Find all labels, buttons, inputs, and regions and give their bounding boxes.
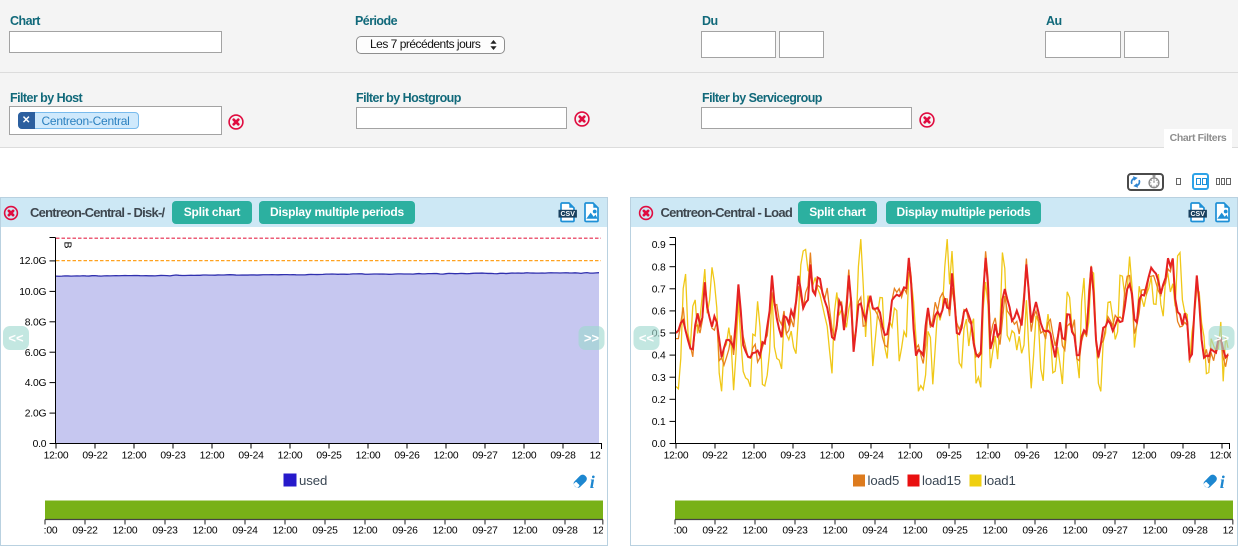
svg-text:load15: load15 (922, 473, 961, 488)
svg-text:12:00: 12:00 (356, 451, 381, 462)
svg-text:12:00: 12:00 (434, 451, 459, 462)
svg-text:09-27: 09-27 (472, 526, 498, 537)
svg-text:09-22: 09-22 (702, 451, 728, 462)
svg-text:2.0G: 2.0G (25, 409, 47, 420)
svg-text:12:00: 12:00 (512, 451, 537, 462)
svg-text:12:00: 12:00 (820, 451, 845, 462)
svg-text:CSV: CSV (560, 211, 575, 218)
svg-text:12:00: 12:00 (513, 526, 538, 537)
svg-text:0.9: 0.9 (652, 240, 666, 251)
svg-text:load1: load1 (984, 473, 1016, 488)
svg-text:12:00: 12:00 (1063, 526, 1088, 537)
svg-text:09-22: 09-22 (82, 451, 108, 462)
svg-text:8.0G: 8.0G (25, 317, 47, 328)
svg-text:09-24: 09-24 (238, 451, 264, 462)
svg-text:09-24: 09-24 (858, 451, 884, 462)
svg-text:12:00: 12:00 (663, 526, 688, 537)
svg-text:<<: << (639, 331, 655, 346)
svg-text:12:00: 12:00 (44, 451, 69, 462)
svg-text:0.6: 0.6 (652, 307, 666, 318)
svg-text:09-24: 09-24 (232, 526, 258, 537)
svg-text:12:00: 12:00 (200, 451, 225, 462)
svg-text:0.8: 0.8 (652, 262, 666, 273)
svg-text:09-25: 09-25 (942, 526, 968, 537)
svg-text:>>: >> (584, 331, 600, 346)
svg-text:12:00: 12:00 (664, 451, 689, 462)
svg-text:09-22: 09-22 (72, 526, 98, 537)
svg-text:12:00: 12:00 (742, 451, 767, 462)
svg-text:0.7: 0.7 (652, 284, 666, 295)
svg-text:>>: >> (1214, 331, 1230, 346)
svg-text:load5: load5 (868, 473, 900, 488)
svg-text:12:00: 12:00 (278, 451, 303, 462)
svg-text:B: B (62, 242, 74, 249)
svg-text:09-26: 09-26 (1014, 451, 1040, 462)
svg-text:09-26: 09-26 (1022, 526, 1048, 537)
svg-text:09-28: 09-28 (552, 526, 578, 537)
svg-text:12:00: 12:00 (983, 526, 1008, 537)
svg-text:09-27: 09-27 (1102, 526, 1128, 537)
svg-text:12:00: 12:00 (590, 451, 607, 462)
svg-text:12:00: 12:00 (743, 526, 768, 537)
svg-text:12:00: 12:00 (1132, 451, 1157, 462)
svg-text:09-27: 09-27 (472, 451, 498, 462)
svg-text:12.0G: 12.0G (19, 256, 46, 267)
svg-text:used: used (299, 473, 327, 488)
svg-text:09-26: 09-26 (392, 526, 418, 537)
svg-text:12:00: 12:00 (113, 526, 138, 537)
svg-text:09-28: 09-28 (550, 451, 576, 462)
svg-text:09-24: 09-24 (862, 526, 888, 537)
svg-text:09-25: 09-25 (316, 451, 342, 462)
svg-text:09-23: 09-23 (780, 451, 806, 462)
svg-text:09-25: 09-25 (936, 451, 962, 462)
svg-text:0.3: 0.3 (652, 373, 666, 384)
svg-text:12:00: 12:00 (976, 451, 1001, 462)
svg-text:<<: << (8, 331, 24, 346)
svg-text:4.0G: 4.0G (25, 378, 47, 389)
svg-text:09-23: 09-23 (160, 451, 186, 462)
svg-text:09-28: 09-28 (1170, 451, 1196, 462)
svg-text:12:00: 12:00 (593, 526, 607, 537)
svg-text:12:00: 12:00 (823, 526, 848, 537)
svg-text:i: i (1220, 472, 1225, 492)
svg-text:09-27: 09-27 (1092, 451, 1118, 462)
svg-text:6.0G: 6.0G (25, 348, 47, 359)
svg-text:CSV: CSV (1190, 211, 1205, 218)
svg-text:10.0G: 10.0G (19, 287, 46, 298)
svg-text:12:00: 12:00 (1210, 451, 1235, 462)
svg-text:0.1: 0.1 (652, 417, 666, 428)
svg-text:i: i (590, 472, 595, 492)
svg-text:12:00: 12:00 (1223, 526, 1237, 537)
svg-text:0.0: 0.0 (33, 439, 47, 450)
svg-text:0.4: 0.4 (652, 351, 666, 362)
svg-text:09-25: 09-25 (312, 526, 338, 537)
svg-text:0.2: 0.2 (652, 395, 666, 406)
svg-text:12:00: 12:00 (433, 526, 458, 537)
svg-text:12:00: 12:00 (898, 451, 923, 462)
svg-text:09-22: 09-22 (702, 526, 728, 537)
svg-text:09-28: 09-28 (1182, 526, 1208, 537)
svg-text:12:00: 12:00 (193, 526, 218, 537)
svg-text:12:00: 12:00 (903, 526, 928, 537)
svg-text:09-26: 09-26 (394, 451, 420, 462)
svg-text:12:00: 12:00 (1143, 526, 1168, 537)
svg-text:12:00: 12:00 (273, 526, 298, 537)
svg-text:0.0: 0.0 (652, 439, 666, 450)
svg-text:12:00: 12:00 (122, 451, 147, 462)
svg-text:12:00: 12:00 (33, 526, 58, 537)
svg-text:12:00: 12:00 (1054, 451, 1079, 462)
svg-text:09-23: 09-23 (152, 526, 178, 537)
svg-text:12:00: 12:00 (353, 526, 378, 537)
svg-text:09-23: 09-23 (782, 526, 808, 537)
